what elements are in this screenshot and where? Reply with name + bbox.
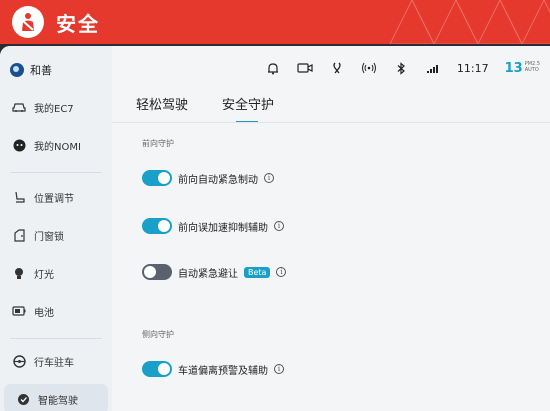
seatbelt-icon: [12, 6, 44, 38]
main-panel: 11:17 13 PM2.5 AUTO 轻松驾驶 安全守护 前向守护 前向自动紧…: [112, 46, 550, 411]
toggle-knob: [158, 363, 170, 375]
assist-icon: [16, 392, 30, 406]
light-icon: [12, 266, 26, 280]
sidebar-item-my-nomi[interactable]: 我的NOMI: [0, 130, 112, 160]
sidebar-item-seat-adjust[interactable]: 位置调节: [0, 182, 112, 212]
toggle-aeb[interactable]: [142, 170, 172, 186]
temperature-value: 13: [504, 60, 523, 76]
car-icon: [12, 100, 26, 114]
sidebar: 和善 我的EC7 我的NOMI 位置调节 门窗锁 灯光 电池 行车驻车 智能驾驶: [0, 46, 112, 411]
sidebar-divider: [10, 172, 102, 173]
banner: 安全: [0, 0, 550, 44]
steering-icon: [12, 354, 26, 368]
setting-row-emergency-avoid: 自动紧急避让 Beta i: [142, 262, 287, 282]
toggle-knob: [144, 266, 156, 278]
status-bar: 11:17 13 PM2.5 AUTO: [265, 58, 540, 78]
sidebar-item-smart-drive[interactable]: 智能驾驶: [4, 384, 108, 411]
tab-bar: 轻松驾驶 安全守护: [136, 94, 274, 123]
nomi-icon: [12, 138, 26, 152]
tab-safety-guard[interactable]: 安全守护: [222, 94, 274, 123]
profile-name: 和善: [30, 64, 52, 77]
temperature-display[interactable]: 13 PM2.5 AUTO: [505, 61, 540, 76]
temperature-unit: PM2.5 AUTO: [525, 61, 540, 73]
info-icon[interactable]: i: [276, 267, 287, 277]
bluetooth-icon[interactable]: [393, 61, 409, 75]
sidebar-item-label: 电池: [34, 307, 54, 319]
sidebar-item-my-ec7[interactable]: 我的EC7: [0, 92, 112, 122]
temperature-unit-bottom: AUTO: [524, 66, 539, 73]
setting-label: 前向自动紧急制动: [178, 174, 258, 186]
beta-badge: Beta: [244, 266, 271, 278]
toggle-knob: [158, 172, 170, 184]
battery-icon: [12, 304, 26, 318]
setting-label: 前向误加速抑制辅助: [178, 222, 268, 234]
toggle-knob: [158, 220, 170, 232]
car-screen: 和善 我的EC7 我的NOMI 位置调节 门窗锁 灯光 电池 行车驻车 智能驾驶…: [0, 46, 550, 411]
tab-easy-drive[interactable]: 轻松驾驶: [136, 94, 188, 121]
sidebar-item-battery[interactable]: 电池: [0, 296, 112, 326]
setting-label: 车道偏离预警及辅助: [178, 365, 268, 377]
setting-label: 自动紧急避让: [178, 268, 238, 280]
toggle-lane-departure[interactable]: [142, 361, 172, 377]
sidebar-item-label: 位置调节: [34, 193, 74, 205]
seat-icon: [12, 190, 26, 204]
cellular-signal-icon: [425, 61, 441, 75]
setting-row-misacceleration: 前向误加速抑制辅助 i: [142, 216, 284, 236]
section-label-side: 侧向守护: [142, 330, 174, 339]
profile[interactable]: 和善: [10, 60, 52, 80]
signal-broadcast-icon[interactable]: [361, 61, 377, 75]
banner-title: 安全: [56, 12, 100, 36]
avatar: [10, 63, 24, 77]
sidebar-item-lights[interactable]: 灯光: [0, 258, 112, 288]
link-icon[interactable]: [329, 61, 345, 75]
bell-icon[interactable]: [265, 61, 281, 75]
clock: 11:17: [456, 61, 489, 75]
info-icon[interactable]: i: [274, 221, 284, 231]
sidebar-item-label: 智能驾驶: [38, 395, 78, 407]
setting-row-aeb: 前向自动紧急制动 i: [142, 168, 274, 188]
sidebar-item-label: 行车驻车: [34, 357, 74, 369]
info-icon[interactable]: i: [274, 364, 284, 374]
sidebar-divider: [10, 338, 102, 339]
sidebar-item-label: 我的NOMI: [34, 141, 81, 153]
sidebar-item-door-lock[interactable]: 门窗锁: [0, 220, 112, 250]
camera-icon[interactable]: [297, 61, 313, 75]
pattern-decoration: [390, 0, 550, 44]
setting-row-lane-departure: 车道偏离预警及辅助 i: [142, 359, 284, 379]
section-label-front: 前向守护: [142, 139, 174, 148]
sidebar-item-drive-park[interactable]: 行车驻车: [0, 346, 112, 376]
sidebar-item-label: 我的EC7: [34, 103, 74, 115]
info-icon[interactable]: i: [264, 173, 274, 183]
sidebar-item-label: 灯光: [34, 269, 54, 281]
sidebar-item-label: 门窗锁: [34, 231, 64, 243]
toggle-misacceleration[interactable]: [142, 218, 172, 234]
door-icon: [12, 228, 26, 242]
tabs-divider: [112, 122, 550, 123]
toggle-emergency-avoid[interactable]: [142, 264, 172, 280]
